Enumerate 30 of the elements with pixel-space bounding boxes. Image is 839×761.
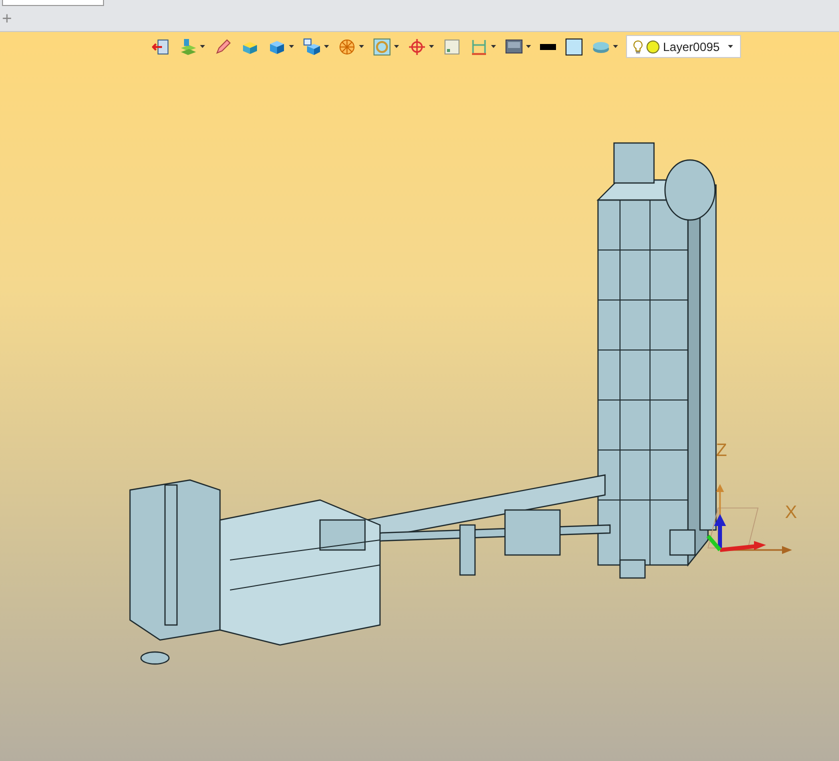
caret-icon (359, 45, 364, 48)
pencil-icon (214, 38, 232, 56)
caret-icon (728, 45, 733, 48)
z-axis-label: Z (716, 440, 727, 461)
crosshair-icon (408, 38, 426, 56)
square-icon (443, 38, 461, 56)
lightbulb-icon (633, 40, 643, 54)
toolbar-button[interactable] (504, 36, 532, 56)
caret-icon (324, 45, 329, 48)
monitor-icon (505, 38, 523, 56)
caret-icon (429, 45, 434, 48)
toolbar-button[interactable] (539, 42, 557, 50)
layer-name: Layer0095 (663, 40, 721, 54)
layer-dropdown[interactable]: Layer0095 (626, 35, 741, 58)
circle-icon (646, 40, 660, 54)
layers-icon (179, 38, 197, 56)
caret-icon (289, 45, 294, 48)
wireframe-sphere-icon (338, 38, 356, 56)
frame-icon (373, 38, 391, 56)
x-axis-label: X (785, 502, 798, 523)
exit-icon (152, 38, 170, 56)
toolbar-button[interactable] (564, 36, 584, 56)
color-swatch-icon (565, 38, 583, 56)
dimension-icon (470, 38, 488, 56)
cube-view-icon (303, 38, 321, 56)
caret-icon (394, 45, 399, 48)
caret-icon (526, 45, 531, 48)
caret-icon (200, 45, 205, 48)
caret-icon (613, 45, 618, 48)
caret-icon (491, 45, 496, 48)
